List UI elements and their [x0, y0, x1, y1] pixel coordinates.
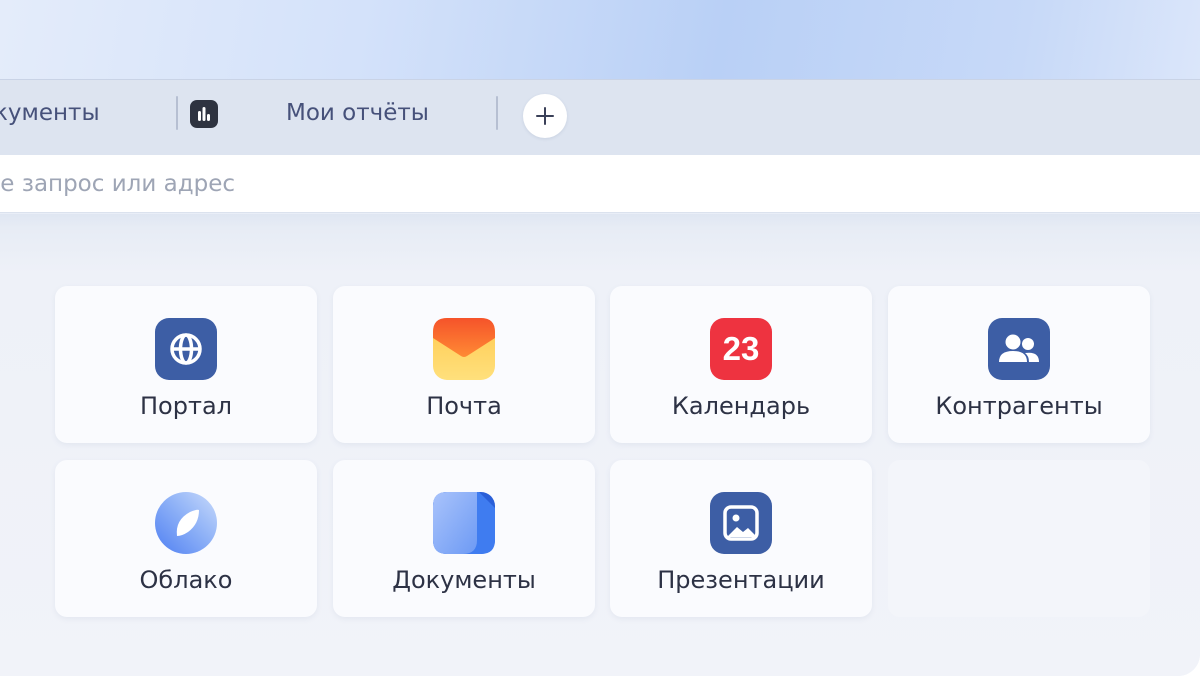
tile-label: Почта: [426, 392, 502, 420]
tab-separator: [496, 96, 498, 130]
tile-contractors[interactable]: Контрагенты: [888, 286, 1150, 443]
tile-label: Контрагенты: [935, 392, 1103, 420]
browser-window: кументы Мои отчёты дите запрос или адрес…: [0, 0, 1200, 676]
presentation-icon: [710, 492, 772, 554]
tab-my-reports[interactable]: Мои отчёты: [286, 80, 429, 146]
tile-mail[interactable]: Почта: [333, 286, 595, 443]
tile-label: Презентации: [657, 566, 825, 594]
tile-documents[interactable]: Документы: [333, 460, 595, 617]
tab-bar: кументы Мои отчёты: [0, 80, 1200, 155]
bar-chart-icon: [190, 100, 218, 128]
calendar-icon: 23: [710, 318, 772, 380]
address-input[interactable]: [0, 155, 1186, 213]
tile-cloud[interactable]: Облако: [55, 460, 317, 617]
cloud-icon: [155, 492, 217, 554]
tile-portal[interactable]: Портал: [55, 286, 317, 443]
tile-presentations[interactable]: Презентации: [610, 460, 872, 617]
documents-icon: [433, 492, 495, 554]
tile-label: Портал: [140, 392, 232, 420]
tab-documents[interactable]: кументы: [0, 80, 100, 146]
plus-icon: [536, 107, 554, 125]
tile-label: Документы: [392, 566, 536, 594]
calendar-date-badge: 23: [722, 330, 760, 367]
tile-empty-slot[interactable]: [888, 460, 1150, 617]
mail-icon: [433, 318, 495, 380]
globe-icon: [155, 318, 217, 380]
tab-separator: [176, 96, 178, 130]
new-tab-page: Портал Почта 23 Календарь Контрагенты Об…: [0, 214, 1200, 676]
tile-label: Облако: [139, 566, 233, 594]
contacts-icon: [988, 318, 1050, 380]
new-tab-button[interactable]: [523, 94, 567, 138]
tile-calendar[interactable]: 23 Календарь: [610, 286, 872, 443]
title-bar: [0, 0, 1200, 80]
address-bar: [0, 155, 1200, 213]
tile-label: Календарь: [671, 392, 811, 420]
